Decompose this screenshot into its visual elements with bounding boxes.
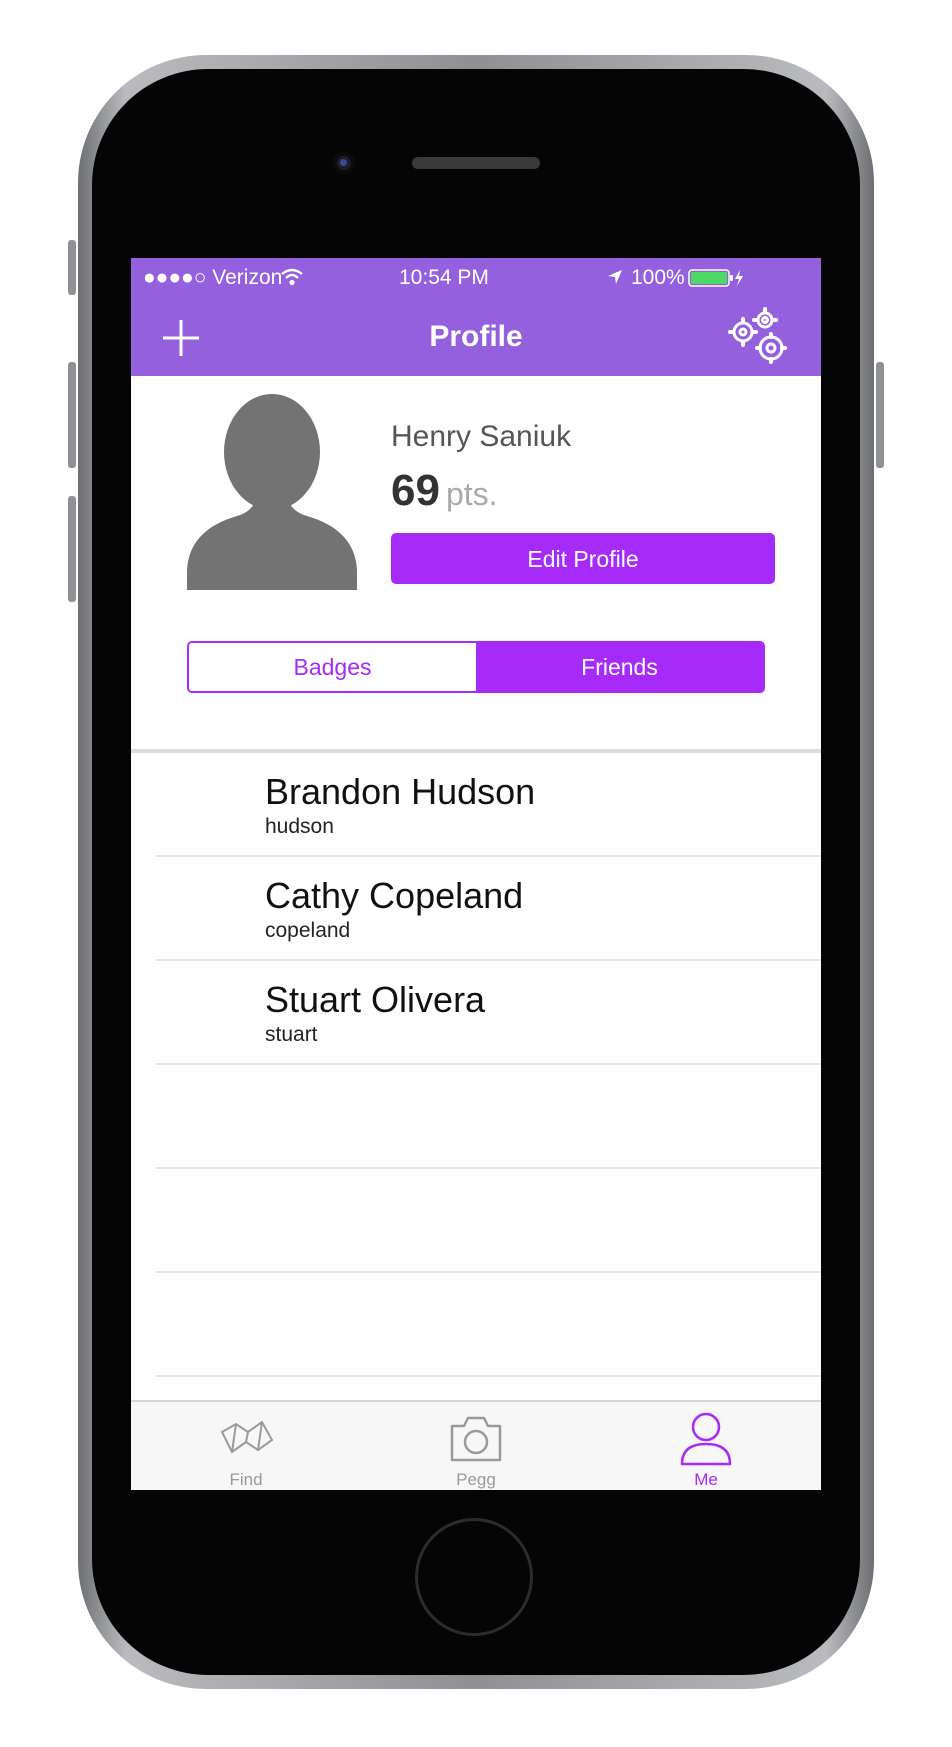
user-name: Henry Saniuk	[391, 420, 572, 453]
list-item[interactable]: Brandon Hudson hudson	[155, 753, 821, 857]
points-display: 69 pts.	[391, 466, 498, 516]
tab-bar: Find Pegg Me	[131, 1400, 821, 1490]
segment-friends[interactable]: Friends	[476, 643, 763, 691]
volume-up-button	[68, 362, 76, 468]
person-icon	[680, 1412, 732, 1466]
friend-handle: stuart	[265, 1023, 318, 1046]
points-value: 69	[391, 466, 440, 515]
list-item-empty	[155, 1065, 821, 1169]
list-item-empty	[155, 1169, 821, 1273]
list-item[interactable]: Cathy Copeland copeland	[155, 857, 821, 961]
tab-me-label: Me	[694, 1470, 718, 1489]
map-icon	[220, 1420, 274, 1454]
battery-percent: 100%	[631, 266, 685, 289]
home-button[interactable]	[415, 1518, 533, 1636]
status-bar: ●●●●○ Verizon 10:54 PM 100%	[131, 258, 821, 298]
clock: 10:54 PM	[399, 266, 489, 289]
mute-switch	[68, 240, 76, 295]
volume-down-button	[68, 496, 76, 602]
friends-list: Brandon Hudson hudson Cathy Copeland cop…	[131, 753, 821, 1377]
carrier-label: ●●●●○ Verizon	[143, 266, 283, 289]
page-title: Profile	[429, 320, 523, 353]
friend-handle: hudson	[265, 815, 334, 838]
friend-handle: copeland	[265, 919, 351, 942]
points-unit: pts.	[445, 476, 498, 512]
tab-pegg[interactable]: Pegg	[361, 1402, 591, 1490]
nav-bar: Profile	[131, 298, 821, 376]
front-camera	[333, 152, 355, 174]
earpiece-speaker	[412, 157, 540, 169]
friend-name: Brandon Hudson	[265, 771, 536, 812]
tab-pegg-label: Pegg	[456, 1470, 496, 1489]
tab-find-label: Find	[229, 1470, 263, 1489]
avatar	[187, 394, 357, 590]
wifi-icon	[281, 268, 303, 286]
list-item-empty	[155, 1273, 821, 1377]
segmented-control: Badges Friends	[187, 641, 765, 693]
list-item[interactable]: Stuart Olivera stuart	[155, 961, 821, 1065]
tab-find[interactable]: Find	[131, 1402, 361, 1490]
friend-name: Cathy Copeland	[265, 875, 524, 916]
gears-icon[interactable]	[721, 306, 793, 370]
edit-profile-button[interactable]: Edit Profile	[391, 533, 775, 584]
app-screen: ●●●●○ Verizon 10:54 PM 100% Profile Henr…	[131, 258, 821, 1490]
camera-icon	[450, 1416, 502, 1462]
tab-me[interactable]: Me	[591, 1402, 821, 1490]
power-button	[876, 362, 884, 468]
segment-badges[interactable]: Badges	[189, 643, 476, 691]
location-arrow-icon	[608, 270, 622, 284]
friend-name: Stuart Olivera	[265, 979, 486, 1020]
battery-icon	[688, 269, 743, 287]
